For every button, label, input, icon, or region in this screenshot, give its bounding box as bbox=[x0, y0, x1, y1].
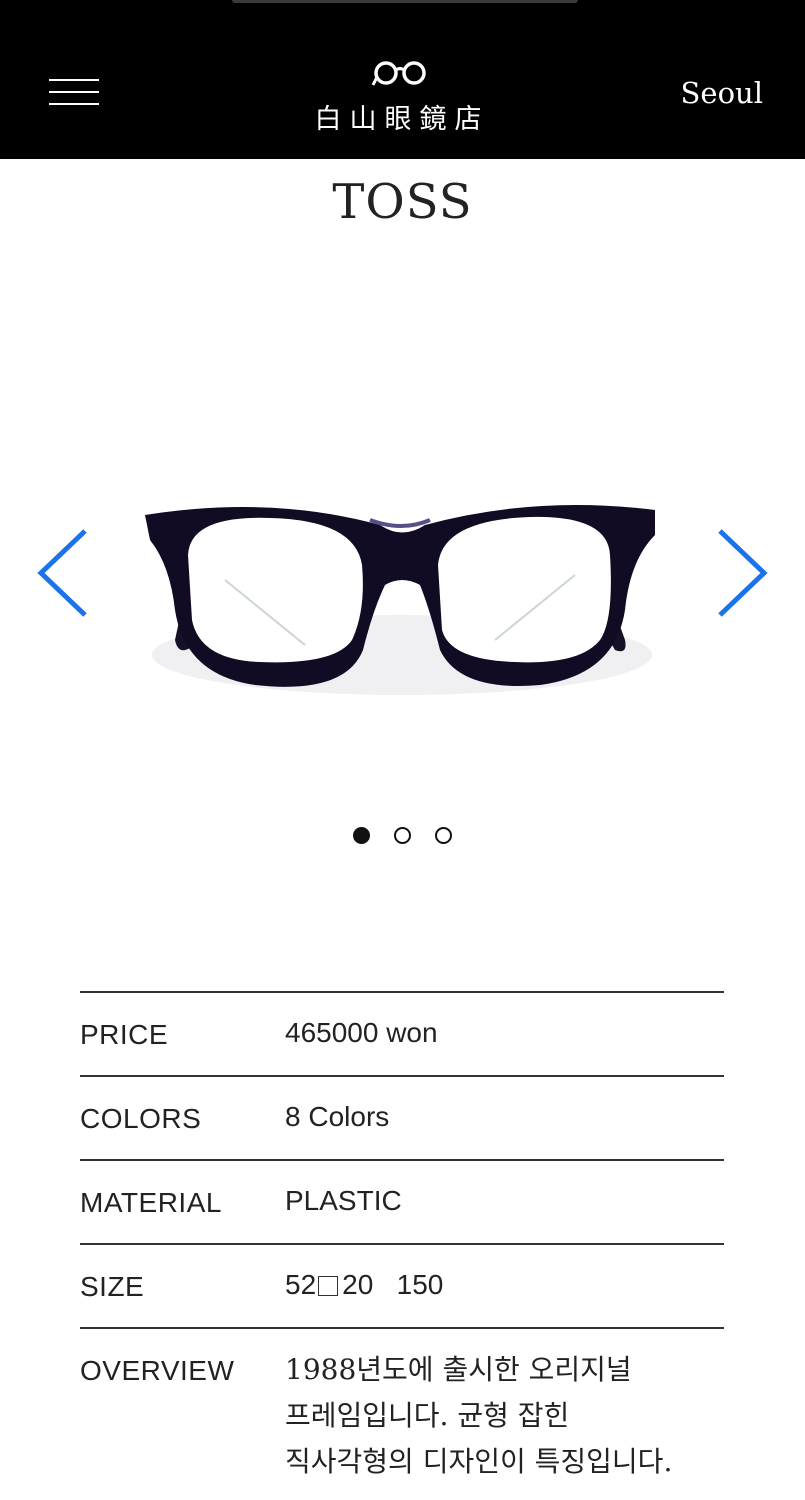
lens-square-icon bbox=[318, 1276, 339, 1296]
product-title: TOSS bbox=[332, 174, 473, 230]
carousel-dots bbox=[0, 827, 805, 849]
temple-length: 150 bbox=[396, 1269, 444, 1300]
brand-name[interactable]: 白山眼鏡店 bbox=[252, 97, 552, 136]
header: 白山眼鏡店 Seoul bbox=[0, 0, 805, 159]
spec-row-colors: COLORS 8 Colors bbox=[80, 1075, 724, 1159]
spec-row-price: PRICE 465000 won bbox=[80, 991, 724, 1075]
carousel-dot-1[interactable] bbox=[352, 827, 370, 844]
spec-value: PLASTIC bbox=[285, 1185, 402, 1216]
bridge-width: 20 bbox=[342, 1269, 374, 1300]
hamburger-menu-icon[interactable] bbox=[49, 79, 99, 107]
overview-line: 프레임입니다. 균형 잡힌 bbox=[285, 1399, 570, 1432]
spec-label: SIZE bbox=[80, 1271, 145, 1302]
product-image bbox=[145, 505, 655, 695]
city-selector[interactable]: Seoul bbox=[681, 76, 763, 110]
overview-line: 직사각형의 디자인이 특징입니다. bbox=[285, 1445, 673, 1478]
chevron-right-icon[interactable] bbox=[712, 525, 772, 621]
overview-text: 1988년도에 출시한 오리지널 프레임입니다. 균형 잡힌 직사각형의 디자인… bbox=[285, 1347, 715, 1485]
spec-label: MATERIAL bbox=[80, 1187, 222, 1218]
spec-label: COLORS bbox=[80, 1103, 202, 1134]
product-carousel bbox=[0, 400, 805, 760]
spec-row-material: MATERIAL PLASTIC bbox=[80, 1159, 724, 1243]
carousel-dot-3[interactable] bbox=[435, 827, 453, 844]
notch-bar bbox=[232, 0, 578, 3]
spec-row-size: SIZE 52 20 150 bbox=[80, 1243, 724, 1327]
spec-label: PRICE bbox=[80, 1019, 169, 1050]
spec-label: OVERVIEW bbox=[80, 1355, 235, 1386]
spec-row-overview: OVERVIEW 1988년도에 출시한 오리지널 프레임입니다. 균형 잡힌 … bbox=[80, 1327, 724, 1499]
chevron-left-icon[interactable] bbox=[33, 525, 93, 621]
spec-table: PRICE 465000 won COLORS 8 Colors MATERIA… bbox=[80, 991, 724, 1499]
overview-line: 1988년도에 출시한 오리지널 bbox=[285, 1353, 632, 1386]
carousel-dot-2[interactable] bbox=[394, 827, 411, 844]
glasses-logo-icon[interactable] bbox=[371, 59, 431, 91]
spec-value: 8 Colors bbox=[285, 1101, 390, 1132]
lens-width: 52 bbox=[285, 1269, 317, 1300]
spec-value: 465000 won bbox=[285, 1017, 438, 1048]
spec-value: 52 20 150 bbox=[285, 1269, 443, 1301]
